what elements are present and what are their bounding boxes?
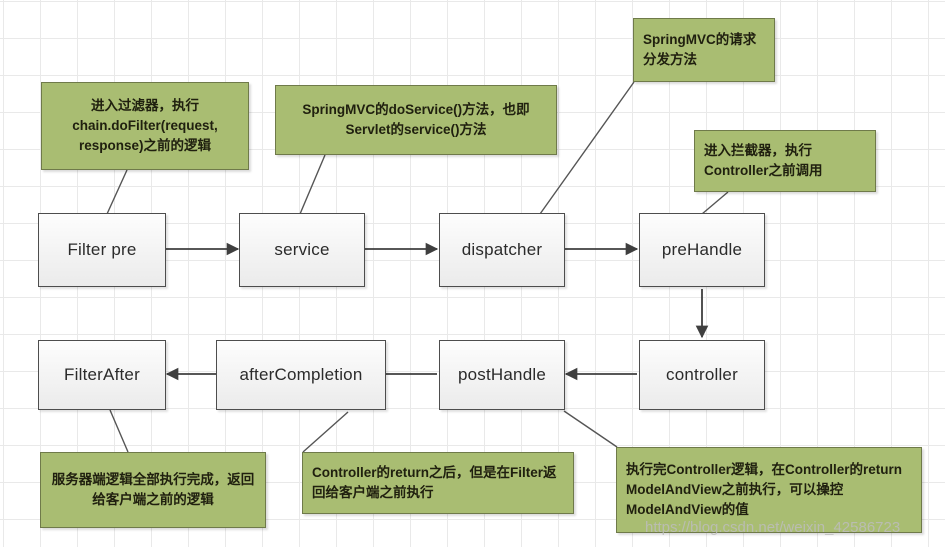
note-text: Controller的return之后，但是在Filter返回给客户端之前执行 xyxy=(312,464,557,500)
note-filter-pre: 进入过滤器，执行chain.doFilter(request, response… xyxy=(41,82,249,170)
node-label: afterCompletion xyxy=(239,365,363,384)
leader-note-prehandle xyxy=(701,191,729,215)
note-text: 进入过滤器，执行chain.doFilter(request, response… xyxy=(72,97,218,154)
node-label: FilterAfter xyxy=(64,365,140,384)
note-text: 执行完Controller逻辑，在Controller的return Model… xyxy=(626,461,903,518)
node-service[interactable]: service xyxy=(239,213,365,287)
leader-note-service xyxy=(299,154,326,215)
diagram-canvas: Filter pre service dispatcher preHandle … xyxy=(0,0,945,547)
leader-note-filter-after xyxy=(109,409,129,453)
node-filter-after[interactable]: FilterAfter xyxy=(38,340,166,410)
note-filter-after: 服务器端逻辑全部执行完成，返回给客户端之前的逻辑 xyxy=(40,452,266,528)
note-aftercompletion: Controller的return之后，但是在Filter返回给客户端之前执行 xyxy=(302,452,574,514)
leader-note-filter-pre xyxy=(106,169,128,215)
node-filter-pre[interactable]: Filter pre xyxy=(38,213,166,287)
note-text: SpringMVC的请求分发方法 xyxy=(643,31,757,67)
note-text: 进入拦截器，执行Controller之前调用 xyxy=(704,142,823,178)
node-label: controller xyxy=(666,365,738,384)
node-label: postHandle xyxy=(457,365,546,384)
node-label: Filter pre xyxy=(67,240,137,259)
node-label: service xyxy=(274,240,330,259)
leader-note-posthandle xyxy=(563,410,618,448)
note-posthandle: 执行完Controller逻辑，在Controller的return Model… xyxy=(616,447,922,533)
node-label: preHandle xyxy=(661,240,743,259)
node-posthandle[interactable]: postHandle xyxy=(439,340,565,410)
note-service: SpringMVC的doService()方法，也即Servlet的servic… xyxy=(275,85,557,155)
note-prehandle: 进入拦截器，执行Controller之前调用 xyxy=(694,130,876,192)
note-dispatcher: SpringMVC的请求分发方法 xyxy=(633,18,775,82)
node-prehandle[interactable]: preHandle xyxy=(639,213,765,287)
leader-note-aftercompletion xyxy=(302,411,349,453)
node-dispatcher[interactable]: dispatcher xyxy=(439,213,565,287)
node-aftercompletion[interactable]: afterCompletion xyxy=(216,340,386,410)
node-controller[interactable]: controller xyxy=(639,340,765,410)
note-text: SpringMVC的doService()方法，也即Servlet的servic… xyxy=(302,101,530,137)
node-label: dispatcher xyxy=(461,240,543,259)
note-text: 服务器端逻辑全部执行完成，返回给客户端之前的逻辑 xyxy=(51,471,255,507)
